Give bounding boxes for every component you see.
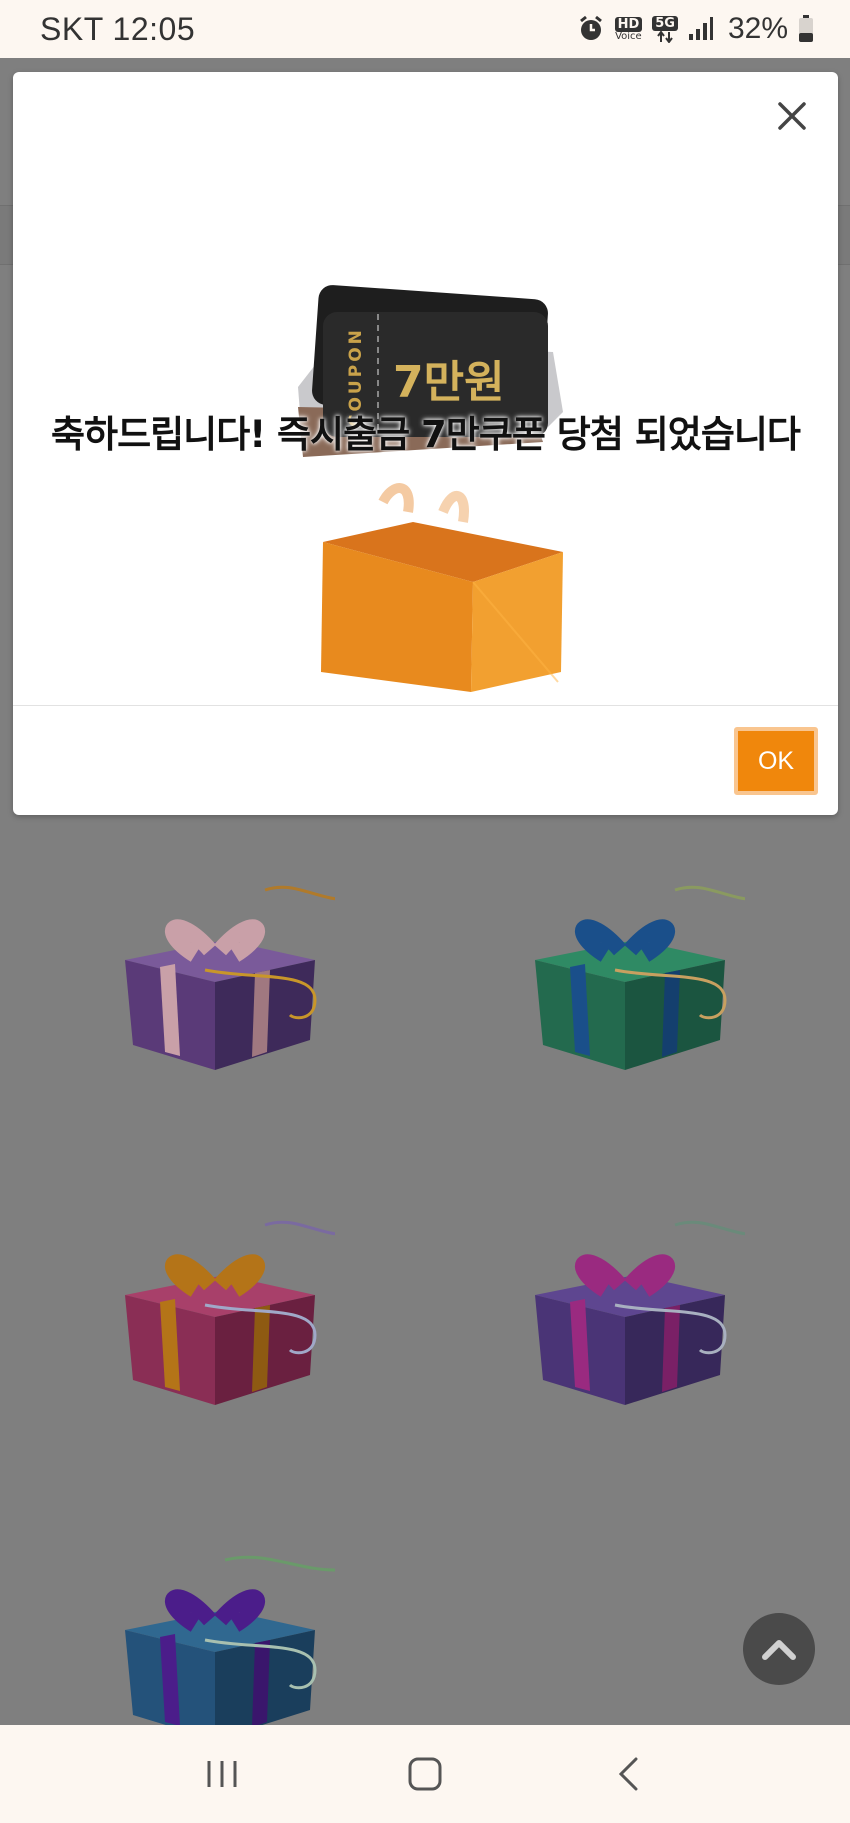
gift-box-icon [535,1220,745,1405]
gift-box-1[interactable] [115,870,335,1080]
home-button[interactable] [385,1744,465,1804]
status-icons: HD Voice 5G 32% [577,12,814,46]
hd-voice-icon: HD Voice [614,16,643,42]
system-nav-bar [0,1725,850,1823]
hd-label: HD [614,16,643,32]
scroll-top-button[interactable] [743,1613,815,1685]
modal-title: 축하드립니다! 즉시출금 7만쿠폰 당첨 되었습니다 [51,413,801,456]
network-5g-icon: 5G [652,15,678,43]
gift-box-2[interactable] [525,870,745,1080]
back-button[interactable] [588,1744,668,1804]
prize-modal: COUPON 7만원 축하드립니다! 즉시출금 7만쿠폰 당첨 되었습니다 OK [13,72,838,815]
back-icon [619,1757,638,1791]
battery-percent: 32% [727,12,788,45]
coupon-amount: 7만원 [393,357,505,408]
status-time: SKT 12:05 [40,10,196,47]
gift-box-icon [125,1220,335,1405]
modal-divider [13,705,838,706]
gift-box-icon [125,1555,335,1740]
network-label: 5G [652,15,678,31]
close-button[interactable] [770,94,814,138]
battery-icon [798,15,814,43]
gift-box-5[interactable] [115,1540,335,1750]
signal-icon [688,17,714,41]
recents-button[interactable] [182,1744,262,1804]
gift-box-3[interactable] [115,1205,335,1415]
ok-button[interactable]: OK [734,727,818,795]
alarm-icon [577,15,605,43]
gift-box-icon [535,885,745,1070]
chevron-up-icon [762,1640,796,1660]
recents-icon [207,1761,237,1787]
gift-box-icon [125,885,335,1070]
gift-box-4[interactable] [525,1205,745,1415]
home-icon [408,1757,442,1791]
status-bar: SKT 12:05 HD Voice 5G 32% [0,0,850,58]
close-icon [778,102,806,130]
hd-sublabel: Voice [615,30,642,42]
